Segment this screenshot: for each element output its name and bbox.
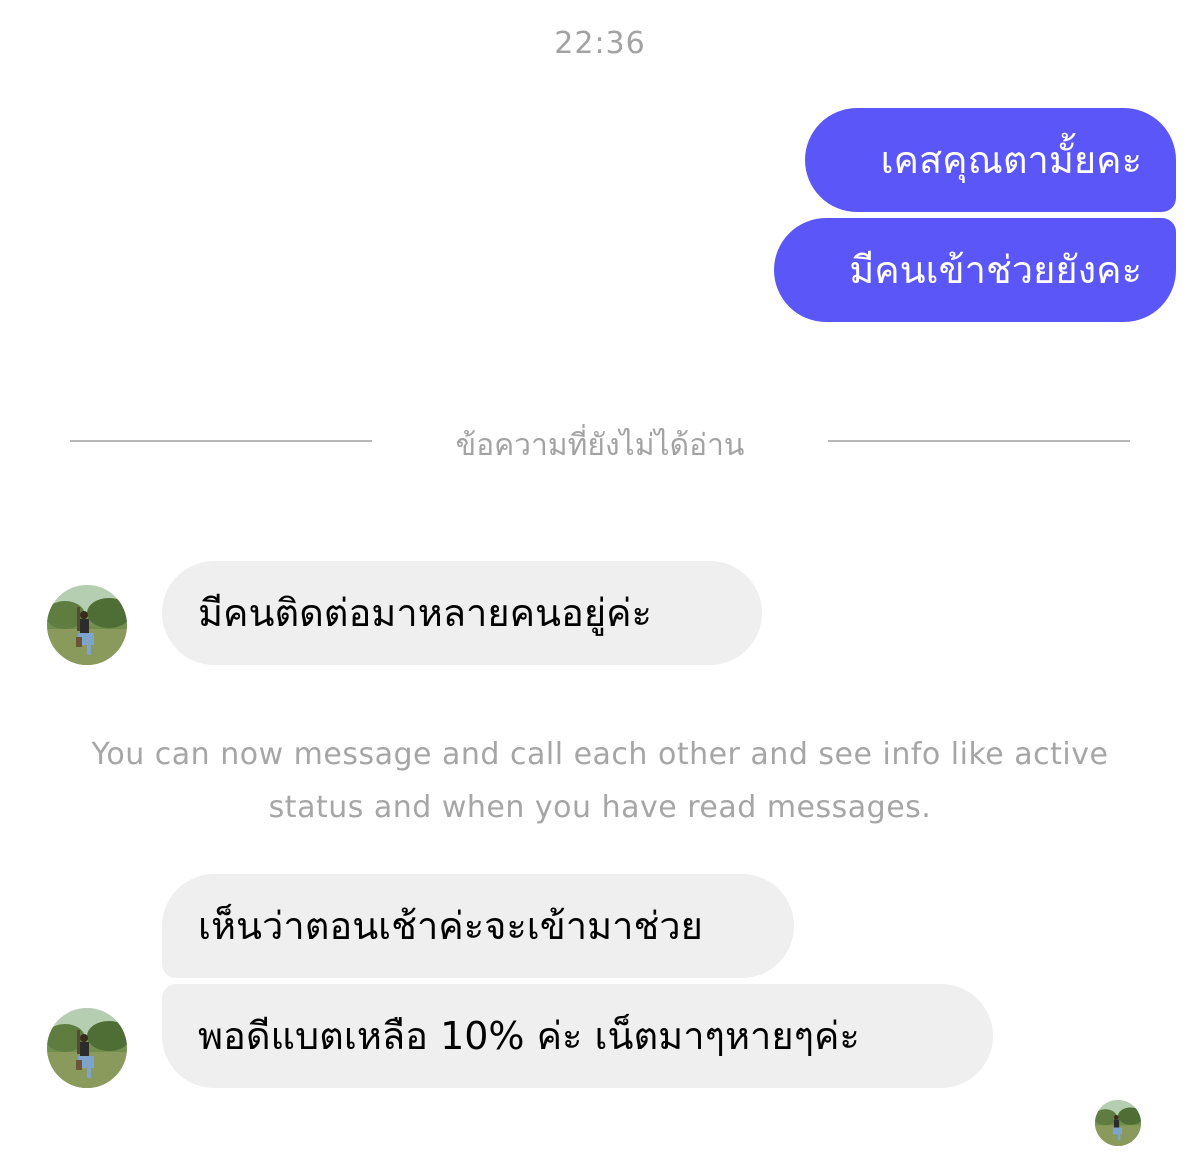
message-text: เห็นว่าตอนเช้าค่ะจะเข้ามาช่วย	[198, 904, 703, 948]
outgoing-message[interactable]: เคสคุณตามั้ยคะ	[805, 108, 1176, 212]
incoming-message[interactable]: พอดีแบตเหลือ 10% ค่ะ เน็ตมาๆหายๆค่ะ	[162, 984, 993, 1088]
seen-indicator-avatar	[1095, 1100, 1141, 1146]
message-text: พอดีแบตเหลือ 10% ค่ะ เน็ตมาๆหายๆค่ะ	[198, 1014, 860, 1058]
contact-avatar-photo-icon	[47, 585, 127, 665]
outgoing-message[interactable]: มีคนเข้าช่วยยังคะ	[774, 218, 1176, 322]
incoming-message[interactable]: มีคนติดต่อมาหลายคนอยู่ค่ะ	[162, 561, 762, 665]
divider-line-left	[70, 440, 372, 442]
contact-avatar[interactable]	[47, 1008, 127, 1088]
message-text: มีคนเข้าช่วยยังคะ	[849, 248, 1142, 292]
divider-line-right	[828, 440, 1130, 442]
message-text: เคสคุณตามั้ยคะ	[880, 138, 1142, 182]
contact-avatar-photo-icon	[47, 1008, 127, 1088]
message-text: มีคนติดต่อมาหลายคนอยู่ค่ะ	[198, 591, 652, 635]
unread-divider-label: ข้อความที่ยังไม่ได้อ่าน	[455, 428, 745, 463]
system-notice: You can now message and call each other …	[91, 737, 1109, 825]
contact-avatar[interactable]	[47, 585, 127, 665]
message-timestamp: 22:36	[554, 26, 646, 61]
seen-avatar-photo-icon	[1095, 1100, 1141, 1146]
incoming-message[interactable]: เห็นว่าตอนเช้าค่ะจะเข้ามาช่วย	[162, 874, 794, 978]
